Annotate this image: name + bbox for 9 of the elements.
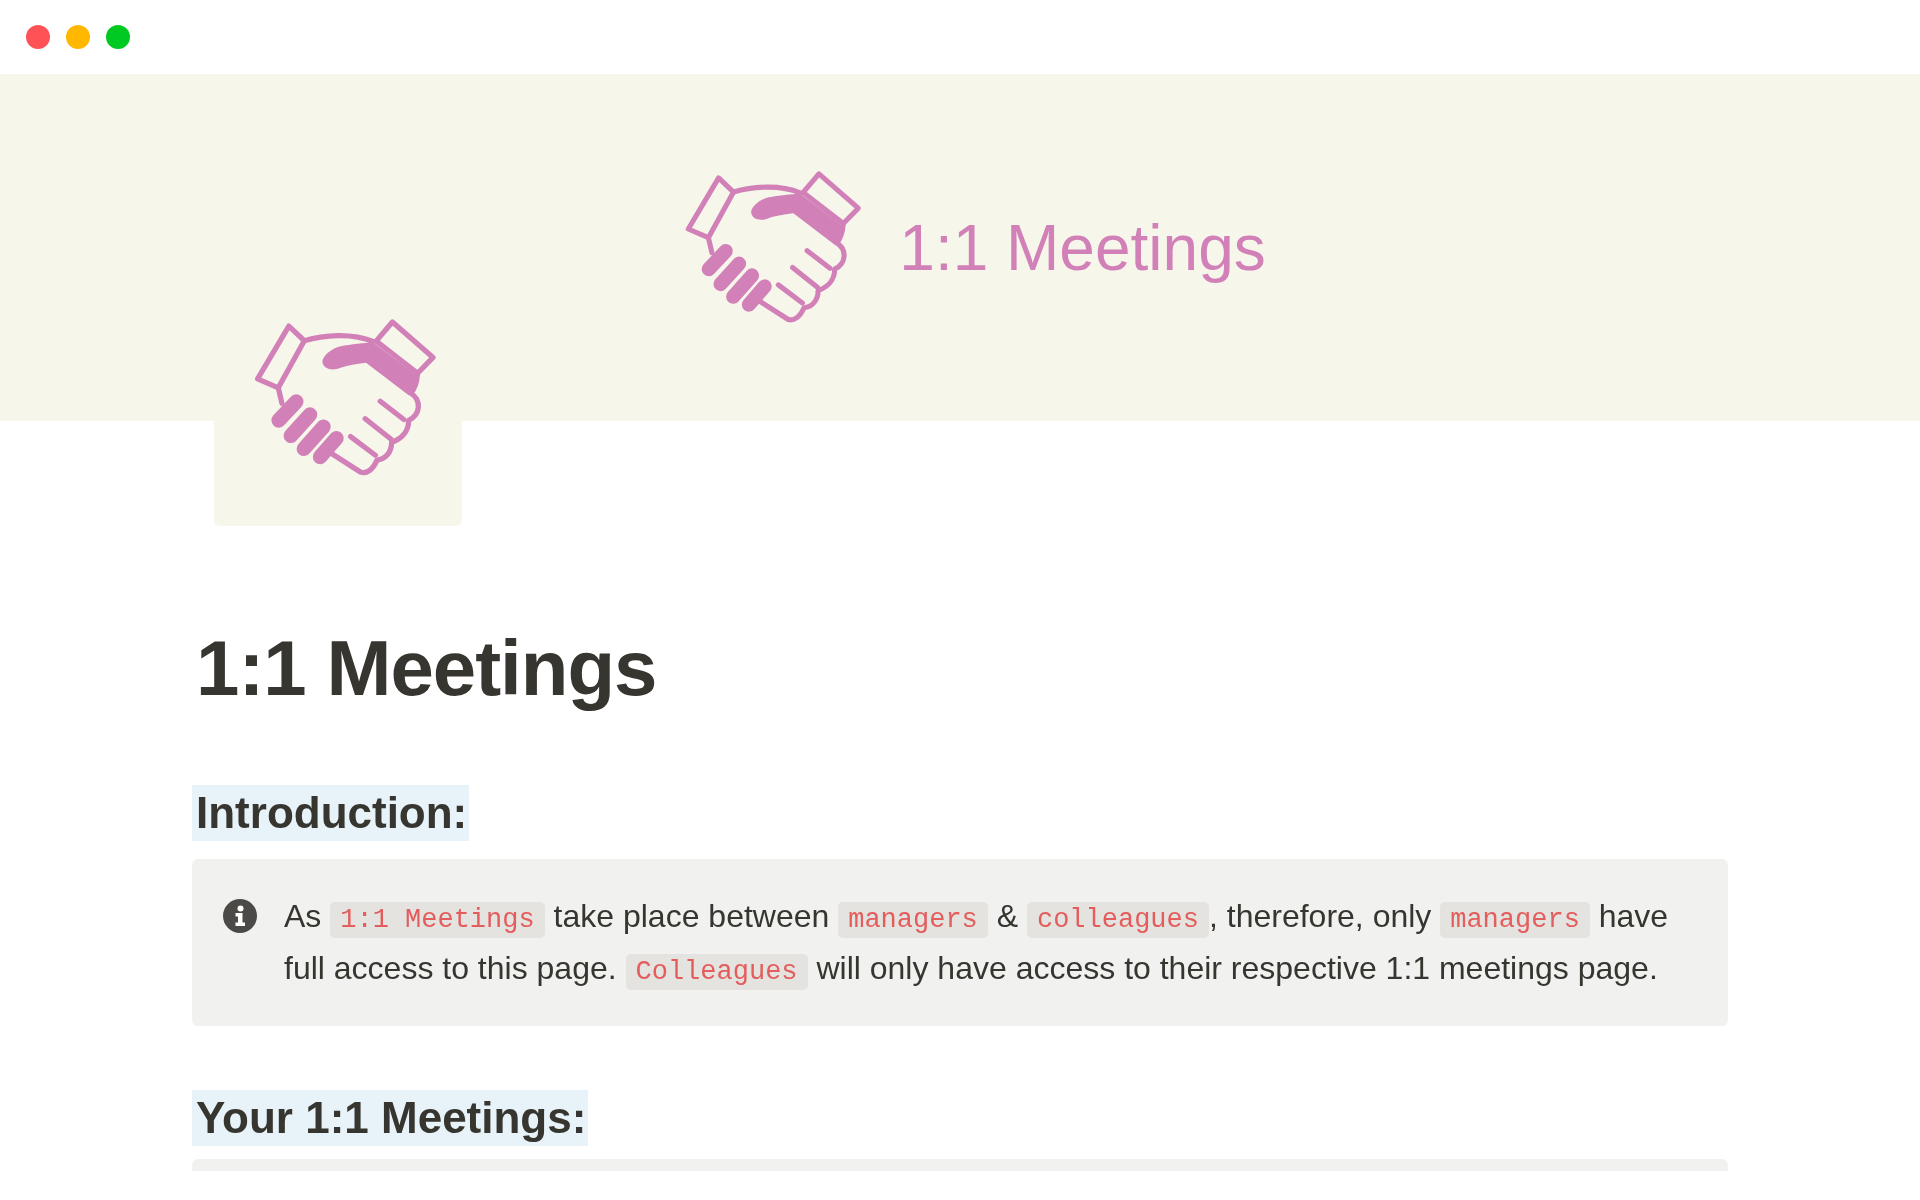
section-heading: Introduction: [192, 785, 470, 841]
info-icon [223, 899, 257, 933]
page-title: 1:1 Meetings [195, 623, 657, 714]
callout-text: As 1:1 Meetings take place between managers & colleagues , therefore, only managers have full access to this page. Colleagues will only have access to their respective 1:1 meetings page. [284, 892, 1692, 996]
maximize-icon[interactable] [106, 25, 130, 49]
cover-title: 1:1 Meetings [899, 210, 1266, 286]
minimize-icon[interactable] [66, 25, 90, 49]
section-heading: Your 1:1 Meetings: [192, 1090, 589, 1146]
close-icon[interactable] [26, 25, 50, 49]
